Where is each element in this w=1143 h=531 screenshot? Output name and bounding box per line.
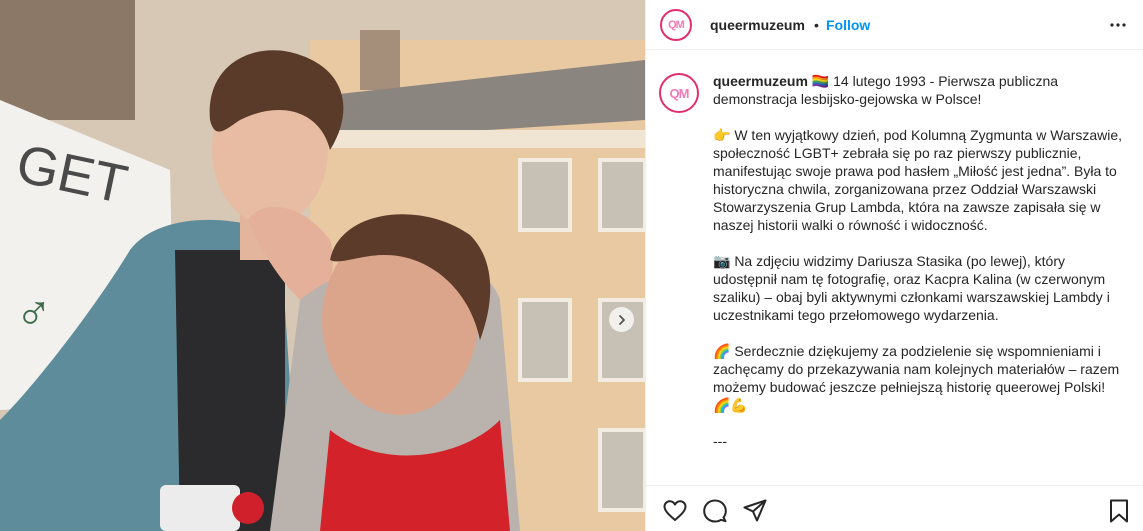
caption-separator: --- (713, 433, 727, 449)
bookmark-icon[interactable] (1106, 498, 1132, 524)
profile-avatar[interactable]: QM (660, 9, 692, 41)
avatar-initials: QM (662, 76, 696, 110)
post-caption: QM queermuzeum 🏳️‍🌈 14 lutego 1993 - Pie… (646, 51, 1143, 485)
carousel-next-button[interactable] (609, 307, 634, 332)
avatar-initials: QM (663, 12, 689, 38)
post-sidebar: QM queermuzeum • Follow QM queermuzeum 🏳… (645, 0, 1143, 531)
action-bar (646, 485, 1143, 531)
caption-text: queermuzeum 🏳️‍🌈 14 lutego 1993 - Pierws… (713, 72, 1123, 450)
send-icon[interactable] (742, 498, 768, 524)
heart-icon[interactable] (662, 498, 688, 524)
header-username[interactable]: queermuzeum (710, 17, 805, 33)
photo-illustration: GET ♂ (0, 0, 645, 531)
caption-paragraph-1: 👉 W ten wyjątkowy dzień, pod Kolumną Zyg… (713, 127, 1126, 233)
separator-dot: • (814, 17, 819, 33)
svg-text:♂: ♂ (15, 285, 53, 341)
more-options-icon[interactable] (1108, 15, 1128, 35)
caption-paragraph-3: 🌈 Serdecznie dziękujemy za podzielenie s… (713, 343, 1124, 413)
post-header: QM queermuzeum • Follow (646, 0, 1143, 50)
caption-username[interactable]: queermuzeum (713, 73, 808, 89)
post-photo[interactable]: GET ♂ (0, 0, 645, 531)
chevron-right-icon (618, 314, 625, 325)
caption-paragraph-2: 📷 Na zdjęciu widzimy Dariusza Stasika (p… (713, 253, 1114, 323)
comment-icon[interactable] (702, 498, 728, 524)
caption-avatar[interactable]: QM (659, 73, 699, 113)
follow-button[interactable]: Follow (826, 17, 870, 33)
